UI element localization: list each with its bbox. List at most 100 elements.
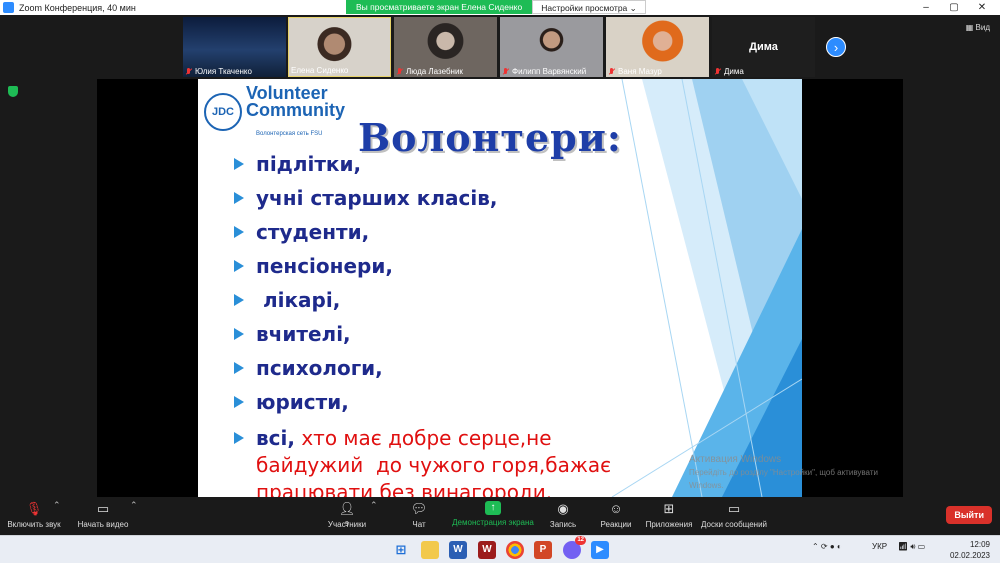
list-item: психологи, bbox=[234, 351, 664, 385]
participants-label: Участники bbox=[327, 520, 367, 529]
apps-label: Приложения bbox=[645, 520, 693, 529]
watermark-line: Windows. bbox=[689, 481, 724, 490]
view-options-button[interactable]: Настройки просмотра ⌄ bbox=[532, 0, 646, 14]
gallery-strip: Юлия Ткаченко Елена Сиденко Люда Лазебни… bbox=[0, 15, 1000, 78]
participants-options-caret[interactable]: ⌃ bbox=[370, 500, 378, 511]
file-explorer-icon[interactable] bbox=[421, 541, 439, 559]
view-label: Вид bbox=[975, 23, 990, 32]
participants-icon: 👤︎9 bbox=[338, 501, 356, 528]
zoom-taskbar-icon[interactable]: ▶ bbox=[591, 541, 609, 559]
network-volume-battery-icons[interactable]: 📶︎ 🔊︎ ▭ bbox=[898, 542, 925, 552]
viber-icon[interactable]: 12 bbox=[563, 536, 586, 559]
participant-label: Люда Лазебник bbox=[396, 67, 463, 76]
clock-date: 02.02.2023 bbox=[949, 551, 990, 560]
video-options-caret[interactable]: ⌃ bbox=[130, 500, 138, 511]
share-screen-label: Демонстрация экрана bbox=[452, 518, 534, 527]
sharing-indicator: Вы просматриваете экран Елена Сиденко bbox=[346, 0, 533, 14]
participant-tile[interactable]: Юлия Ткаченко bbox=[183, 17, 286, 77]
chat-icon: 💬︎ bbox=[410, 501, 428, 516]
bullet-icon bbox=[234, 158, 244, 170]
participant-tile[interactable]: Ваня Мазур bbox=[606, 17, 709, 77]
system-clock[interactable]: 12:09 02.02.2023 bbox=[950, 539, 990, 561]
list-item-text: підлітки, bbox=[256, 152, 362, 176]
bullet-icon bbox=[234, 294, 244, 306]
list-item-text-red: байдужий до чужого горя,бажає bbox=[256, 453, 612, 477]
list-item-text-red: хто має добре серце,не bbox=[294, 426, 552, 450]
reactions-button[interactable]: ☺ Реакции bbox=[598, 501, 634, 529]
participant-big-name: Дима bbox=[749, 41, 778, 53]
bullet-icon bbox=[234, 396, 244, 408]
zoom-app-icon bbox=[3, 2, 14, 13]
participants-button[interactable]: 👤︎9 Участники bbox=[325, 501, 369, 529]
watermark-line: Перейдіть до розділу "Настройки", щоб ак… bbox=[689, 468, 878, 477]
bullet-icon bbox=[234, 362, 244, 374]
muted-mic-icon bbox=[185, 67, 192, 76]
whiteboards-button[interactable]: ▭ Доски сообщений bbox=[700, 501, 768, 529]
chrome-icon[interactable] bbox=[506, 541, 524, 559]
viber-badge: 12 bbox=[575, 536, 586, 545]
list-item-text: студенти, bbox=[256, 220, 370, 244]
chat-button[interactable]: 💬︎ Чат bbox=[404, 501, 434, 529]
list-item: учні старших класів, bbox=[234, 181, 664, 215]
close-icon[interactable]: ✕ bbox=[968, 0, 996, 15]
participant-name: Юлия Ткаченко bbox=[195, 67, 252, 76]
list-item-text: психологи, bbox=[256, 356, 383, 380]
unmute-label: Включить звук bbox=[7, 520, 61, 529]
participant-label: Юлия Ткаченко bbox=[185, 67, 252, 76]
word-icon[interactable]: W bbox=[449, 541, 467, 559]
gallery-next-button[interactable]: › bbox=[826, 37, 846, 57]
list-item: всі, хто має добре серце,не байдужий до … bbox=[234, 419, 664, 497]
security-shield-icon[interactable] bbox=[8, 86, 18, 97]
list-item-text-red: працювати без винагороди. bbox=[256, 480, 553, 497]
participant-tile[interactable]: Елена Сиденко bbox=[288, 17, 391, 77]
watermark-line: Активация Windows bbox=[689, 454, 782, 465]
participant-label: Дима bbox=[714, 67, 744, 76]
tray-icons[interactable]: ⌃ ⟳ ● ◐ bbox=[812, 542, 842, 551]
shared-screen: JDC Volunteer Community Волонтерская сеть… bbox=[97, 79, 903, 497]
language-indicator[interactable]: УКР bbox=[872, 542, 887, 551]
list-item: підлітки, bbox=[234, 147, 664, 181]
muted-mic-icon bbox=[608, 67, 615, 76]
participant-tile[interactable]: Дима Дима bbox=[712, 17, 815, 77]
powerpoint-icon[interactable]: P bbox=[534, 541, 552, 559]
list-item: лікарі, bbox=[234, 283, 664, 317]
meeting-toolbar: 🎙︎ Включить звук ⌃ ▭ Начать видео ⌃ 👤︎9 … bbox=[0, 497, 1000, 535]
record-button[interactable]: ◉ Запись bbox=[546, 501, 580, 529]
screen-share-banner: Вы просматриваете экран Елена Сиденко На… bbox=[346, 0, 646, 14]
muted-mic-icon bbox=[502, 67, 509, 76]
volunteer-list: підлітки, учні старших класів, студенти,… bbox=[234, 147, 664, 497]
presentation-slide: JDC Volunteer Community Волонтерская сеть… bbox=[198, 79, 802, 497]
window-title: Zoom Конференция, 40 мин bbox=[19, 2, 136, 13]
participant-name: Елена Сиденко bbox=[291, 66, 349, 75]
participant-label: Ваня Мазур bbox=[608, 67, 662, 76]
whiteboard-icon: ▭ bbox=[727, 501, 741, 516]
list-item: пенсіонери, bbox=[234, 249, 664, 283]
whiteboards-label: Доски сообщений bbox=[700, 520, 767, 529]
apps-icon: ⊞ bbox=[663, 501, 675, 516]
participant-name: Ваня Мазур bbox=[618, 67, 662, 76]
start-video-button[interactable]: ▭ Начать видео bbox=[74, 501, 132, 529]
chat-label: Чат bbox=[412, 520, 426, 529]
list-item-text: вчителі, bbox=[256, 322, 351, 346]
leave-button[interactable]: Выйти bbox=[946, 506, 992, 524]
bullet-icon bbox=[234, 226, 244, 238]
minimize-icon[interactable]: – bbox=[912, 0, 940, 15]
list-item-text: юристи, bbox=[256, 390, 349, 414]
participant-tile[interactable]: Люда Лазебник bbox=[394, 17, 497, 77]
reader-app-icon[interactable]: W bbox=[478, 541, 496, 559]
record-icon: ◉ bbox=[557, 501, 569, 516]
participant-label: Елена Сиденко bbox=[291, 66, 348, 75]
view-button[interactable]: ▦ Вид bbox=[966, 23, 990, 32]
audio-options-caret[interactable]: ⌃ bbox=[53, 500, 61, 511]
windows-taskbar: ⊞ W W P 12 ▶ ⌃ ⟳ ● ◐ УКР 📶︎ 🔊︎ ▭ 12:09 0… bbox=[0, 535, 1000, 563]
participant-tile[interactable]: Филипп Варвянский bbox=[500, 17, 603, 77]
logo-text: Volunteer Community bbox=[246, 84, 345, 119]
share-screen-button[interactable]: ↑ Демонстрация экрана bbox=[450, 501, 536, 527]
participant-name: Дима bbox=[724, 67, 744, 76]
maximize-icon[interactable]: ▢ bbox=[940, 0, 968, 15]
participant-label: Филипп Варвянский bbox=[502, 67, 586, 76]
participant-name: Филипп Варвянский bbox=[512, 67, 587, 76]
grid-icon: ▦ bbox=[965, 23, 976, 32]
windows-start-icon[interactable]: ⊞ bbox=[392, 541, 410, 559]
apps-button[interactable]: ⊞ Приложения bbox=[644, 501, 694, 529]
